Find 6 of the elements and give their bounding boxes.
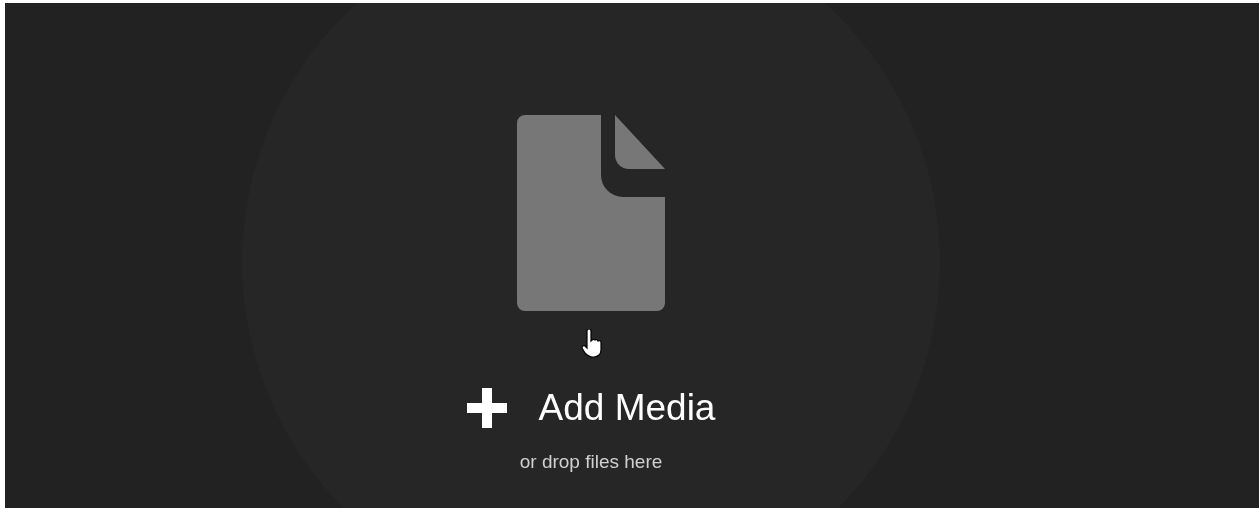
drop-zone[interactable]: Add Media or drop files here xyxy=(242,3,940,508)
file-icon xyxy=(517,115,665,311)
hand-cursor-icon xyxy=(581,329,605,359)
plus-icon xyxy=(466,388,507,428)
drop-hint: or drop files here xyxy=(519,451,663,473)
add-media-button[interactable]: Add Media xyxy=(466,387,716,429)
